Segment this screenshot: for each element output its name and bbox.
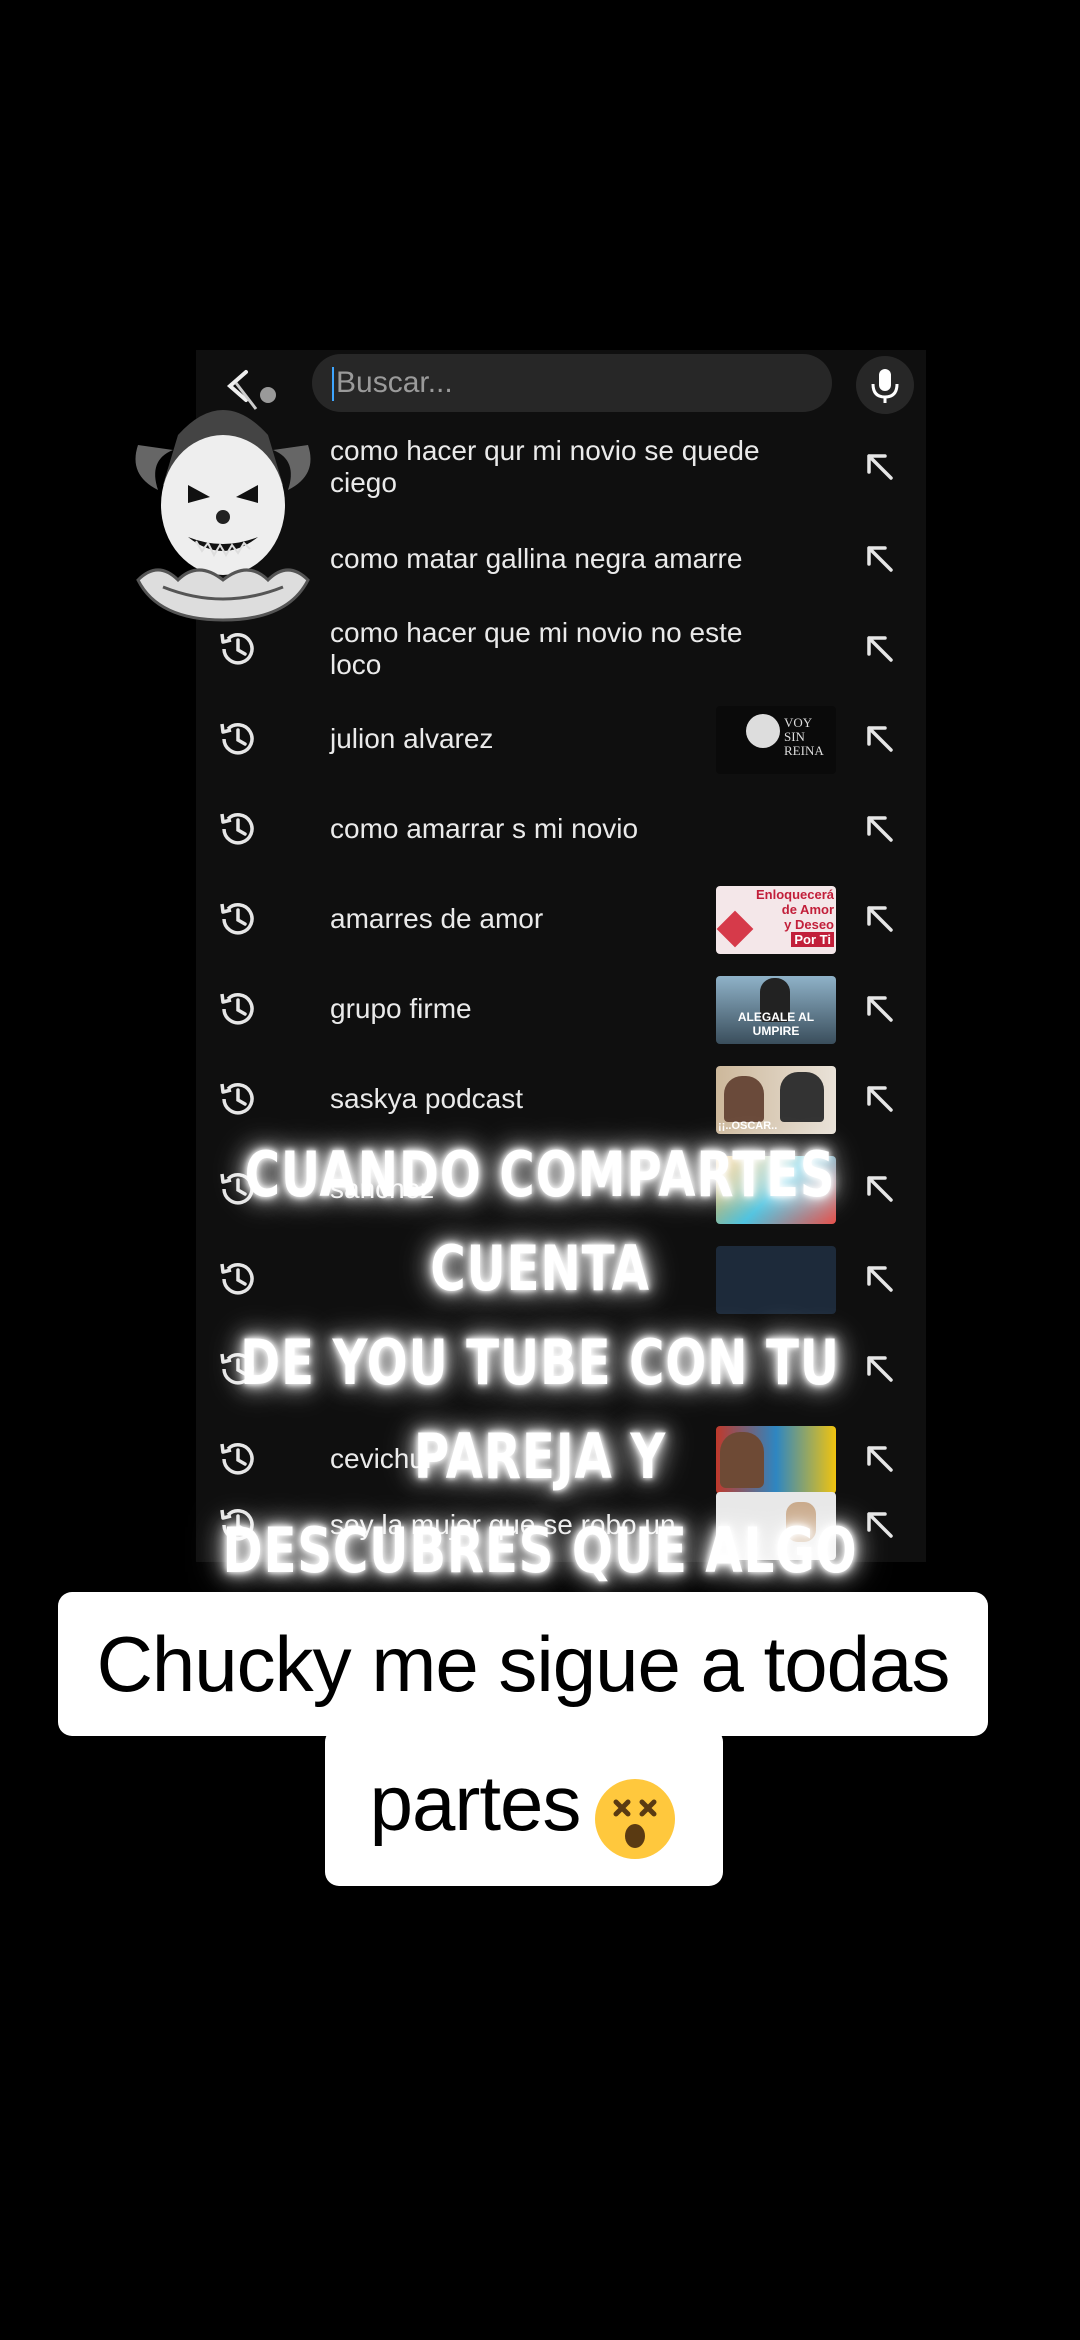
video-thumbnail: ALEGALE AL UMPIRE — [716, 976, 836, 1044]
suggestion-text: julion alvarez — [330, 723, 494, 754]
caption-line-1: Chucky me sigue a todas — [58, 1592, 988, 1736]
caption-line-2-box: partes — [325, 1728, 723, 1886]
arrow-up-left-icon[interactable] — [860, 629, 900, 669]
search-input[interactable]: Buscar... — [312, 354, 832, 412]
video-thumbnail: VOY SIN REINA — [716, 706, 836, 774]
suggestion-text: como hacer que mi novio no este loco — [330, 617, 743, 680]
suggestion-row[interactable]: grupo firme ALEGALE AL UMPIRE — [196, 964, 926, 1054]
caption-line-2: partes — [369, 1759, 582, 1847]
microphone-icon[interactable] — [856, 356, 914, 414]
arrow-up-left-icon[interactable] — [860, 447, 900, 487]
suggestion-text: como matar gallina negra amarre — [330, 543, 743, 574]
arrow-up-left-icon[interactable] — [860, 809, 900, 849]
arrow-up-left-icon[interactable] — [860, 1079, 900, 1119]
arrow-up-left-icon[interactable] — [860, 989, 900, 1029]
video-thumbnail: Enloquecerá de Amor y Deseo Por Ti — [716, 886, 836, 954]
thumb-label: ALEGALE AL UMPIRE — [737, 1010, 815, 1038]
video-thumbnail: ¡¡..OSCAR.. — [716, 1066, 836, 1134]
history-icon — [214, 1075, 262, 1123]
suggestion-text: amarres de amor — [330, 903, 544, 934]
history-icon — [214, 625, 262, 673]
search-placeholder: Buscar... — [336, 366, 453, 399]
thumb-label: Enloquecerá de Amor y Deseo Por Ti — [755, 887, 834, 947]
text-cursor — [332, 367, 334, 402]
suggestion-row[interactable]: amarres de amor Enloquecerá de Amor y Deseo… — [196, 874, 926, 964]
arrow-up-left-icon[interactable] — [860, 719, 900, 759]
history-icon — [214, 985, 262, 1033]
suggestion-text: como hacer qur mi novio se quede ciego — [330, 435, 760, 498]
arrow-up-left-icon[interactable] — [860, 539, 900, 579]
arrow-up-left-icon[interactable] — [860, 899, 900, 939]
history-icon — [214, 895, 262, 943]
clown-sticker — [118, 365, 328, 625]
suggestion-row[interactable]: como amarrar s mi novio — [196, 784, 926, 874]
thumb-label: VOY SIN REINA — [784, 715, 824, 758]
suggestion-row[interactable]: julion alvarez VOY SIN REINA — [196, 694, 926, 784]
dizzy-face-emoji — [592, 1760, 678, 1860]
suggestion-text: como amarrar s mi novio — [330, 813, 639, 844]
meme-line-1: CUANDO COMPARTES CUENTA — [244, 1138, 836, 1305]
meme-line-2: DE YOU TUBE CON TU PAREJA Y — [240, 1326, 840, 1493]
suggestion-text: grupo firme — [330, 993, 472, 1024]
history-icon — [214, 715, 262, 763]
history-icon — [214, 805, 262, 853]
